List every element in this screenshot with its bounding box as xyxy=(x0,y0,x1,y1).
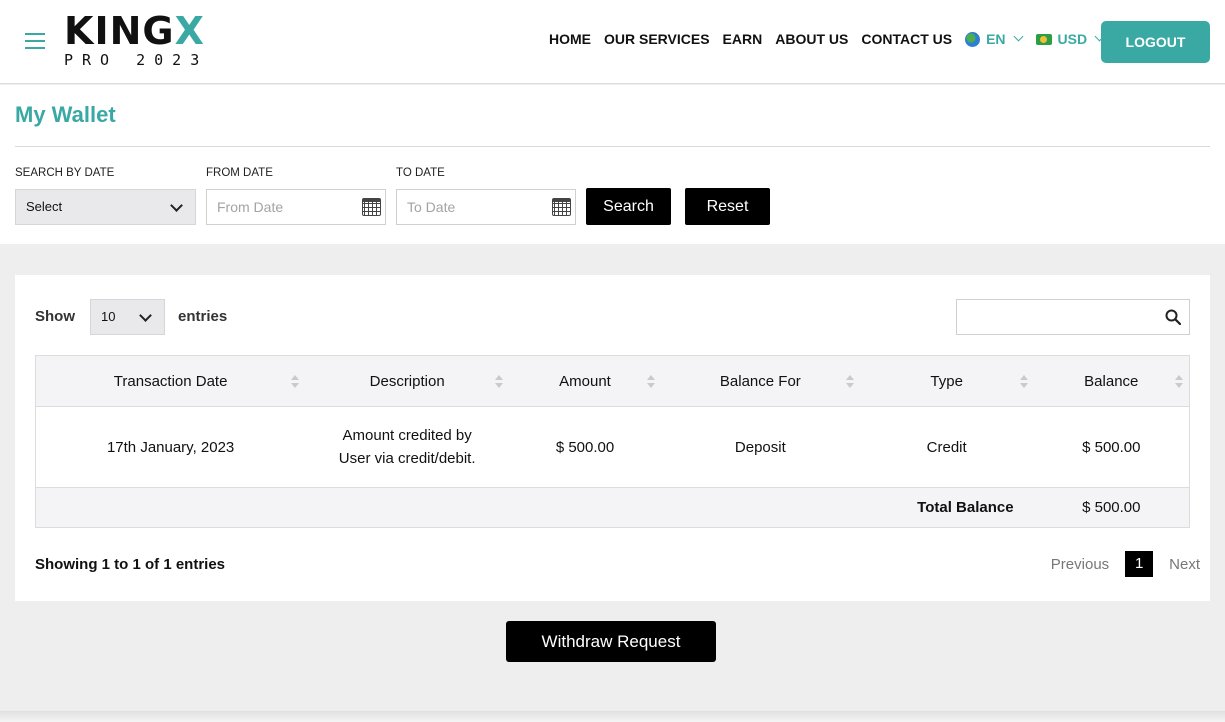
description-line: User via credit/debit. xyxy=(338,450,476,467)
previous-page-button[interactable]: Previous xyxy=(1051,556,1109,573)
sort-icon xyxy=(495,375,504,389)
nav-about-us[interactable]: ABOUT US xyxy=(775,31,848,47)
top-header: KINGX PRO 2023 HOME OUR SERVICES EARN AB… xyxy=(0,0,1225,84)
chevron-down-icon xyxy=(139,309,152,322)
search-button[interactable]: Search xyxy=(586,188,671,225)
to-date-input[interactable] xyxy=(396,189,576,225)
cell-date: 17th January, 2023 xyxy=(35,406,306,488)
nav-contact-us[interactable]: CONTACT US xyxy=(861,31,952,47)
pagination: Previous 1 Next xyxy=(1051,551,1200,577)
logout-button[interactable]: LOGOUT xyxy=(1101,21,1210,63)
column-amount[interactable]: Amount xyxy=(509,355,661,407)
hamburger-menu-icon[interactable] xyxy=(25,33,45,49)
transactions-table: Transaction Date Description Amount Bala… xyxy=(34,355,1190,528)
column-transaction-date[interactable]: Transaction Date xyxy=(35,355,306,407)
sort-icon xyxy=(1019,375,1028,389)
table-search-input[interactable] xyxy=(957,300,1157,334)
search-icon[interactable] xyxy=(1165,309,1181,325)
column-label: Type xyxy=(930,372,963,390)
total-balance-value: $ 500.00 xyxy=(1033,487,1190,528)
globe-icon xyxy=(965,31,981,47)
from-date-input[interactable] xyxy=(206,189,386,225)
table-search xyxy=(956,299,1190,335)
nav-home[interactable]: HOME xyxy=(549,31,591,47)
language-value: EN xyxy=(986,31,1006,47)
entries-per-page-select[interactable]: 10 xyxy=(90,299,165,335)
table-header-row: Transaction Date Description Amount Bala… xyxy=(35,355,1190,407)
column-label: Balance xyxy=(1084,372,1139,390)
cell-description: Amount credited by User via credit/debit. xyxy=(305,406,510,488)
show-label: Show xyxy=(35,308,75,325)
cell-type: Credit xyxy=(859,406,1034,488)
reset-button[interactable]: Reset xyxy=(685,188,770,225)
currency-value: USD xyxy=(1057,31,1088,47)
sort-icon xyxy=(646,375,655,389)
table-row: 17th January, 2023 Amount credited by Use… xyxy=(35,406,1190,488)
column-label: Amount xyxy=(559,372,611,390)
filter-section: My Wallet SEARCH BY DATE FROM DATE TO DA… xyxy=(0,85,1225,244)
chevron-down-icon xyxy=(170,199,183,212)
nav-our-services[interactable]: OUR SERVICES xyxy=(604,31,710,47)
entries-per-page-value: 10 xyxy=(101,309,116,324)
total-balance-label: Total Balance xyxy=(34,487,1034,528)
divider xyxy=(15,146,1210,147)
nav-earn[interactable]: EARN xyxy=(723,31,763,47)
sort-icon xyxy=(291,375,300,389)
transactions-card: Show 10 entries Transaction Date Descrip… xyxy=(15,275,1210,601)
column-label: Balance For xyxy=(719,372,801,390)
next-page-button[interactable]: Next xyxy=(1169,556,1200,573)
column-label: Description xyxy=(369,372,445,390)
to-date-label: TO DATE xyxy=(396,167,445,179)
cell-balance-for: Deposit xyxy=(660,406,860,488)
page-title: My Wallet xyxy=(15,102,116,127)
logo-wordmark: KINGX xyxy=(64,9,205,53)
search-by-date-value: Select xyxy=(26,199,63,214)
sort-icon xyxy=(1175,375,1183,389)
sort-icon xyxy=(845,375,854,389)
cell-balance: $ 500.00 xyxy=(1033,406,1190,488)
column-label: Transaction Date xyxy=(113,372,228,390)
cell-amount: $ 500.00 xyxy=(509,406,661,488)
main-nav: HOME OUR SERVICES EARN ABOUT US CONTACT … xyxy=(549,31,1117,47)
column-description[interactable]: Description xyxy=(305,355,510,407)
pagination-info: Showing 1 to 1 of 1 entries xyxy=(35,556,226,573)
search-by-date-label: SEARCH BY DATE xyxy=(15,167,115,179)
footer-edge xyxy=(0,711,1225,722)
withdraw-request-button[interactable]: Withdraw Request xyxy=(506,621,716,662)
description-line: Amount credited by xyxy=(342,427,472,444)
currency-dropdown[interactable]: USD xyxy=(1035,31,1105,47)
from-date-label: FROM DATE xyxy=(206,167,273,179)
chevron-down-icon xyxy=(1013,31,1023,42)
column-type[interactable]: Type xyxy=(859,355,1034,407)
language-dropdown[interactable]: EN xyxy=(965,31,1023,47)
column-balance-for[interactable]: Balance For xyxy=(660,355,860,407)
total-row: Total Balance $ 500.00 xyxy=(34,487,1190,528)
kingx-logo[interactable]: KINGX PRO 2023 xyxy=(64,12,214,72)
logo-subtitle: PRO 2023 xyxy=(64,51,209,69)
column-balance[interactable]: Balance xyxy=(1033,355,1190,407)
currency-flag-icon xyxy=(1035,33,1052,45)
entries-label: entries xyxy=(178,308,228,325)
search-by-date-select[interactable]: Select xyxy=(15,189,196,225)
page-1-button[interactable]: 1 xyxy=(1125,551,1154,577)
